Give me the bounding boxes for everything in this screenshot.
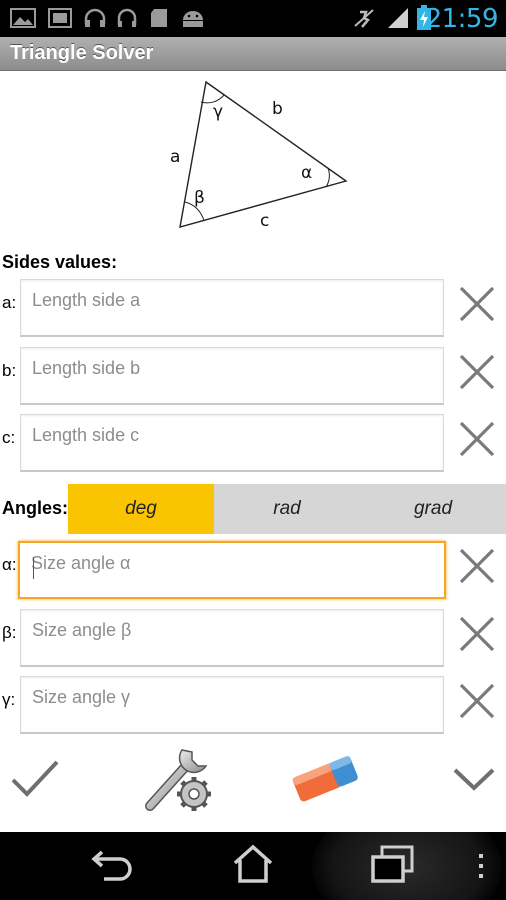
side-b-label: b (272, 99, 283, 119)
recent-apps-icon[interactable] (370, 844, 416, 884)
angles-heading: Angles: (2, 498, 69, 518)
angle-gamma-row-label: γ: (2, 690, 16, 709)
angle-alpha-field-box (18, 541, 446, 599)
unit-tab-grad[interactable]: grad (360, 484, 506, 534)
angle-beta-row-label: β: (2, 623, 17, 642)
angle-beta-label: β (194, 188, 205, 208)
headset-icon (117, 8, 137, 27)
mute-icon (354, 9, 374, 28)
side-c-field-box (20, 414, 444, 472)
screenshot-icon (48, 8, 72, 28)
side-a-row-label: a: (2, 293, 17, 312)
sides-heading: Sides values: (2, 252, 118, 272)
app-title: Triangle Solver (10, 42, 154, 64)
overflow-menu-icon[interactable] (476, 852, 486, 882)
home-icon[interactable] (232, 844, 274, 884)
gallery-icon (10, 8, 36, 28)
unit-tab-rad[interactable]: rad (214, 484, 360, 534)
chevron-down-icon[interactable] (452, 766, 496, 792)
side-b-input[interactable] (21, 348, 443, 403)
settings-wrench-icon[interactable] (142, 744, 216, 814)
text-cursor (33, 557, 34, 579)
angle-gamma-label: γ (213, 102, 223, 122)
angle-alpha-label: α (301, 163, 312, 183)
eraser-icon[interactable] (288, 750, 362, 806)
triangle-shape (179, 80, 348, 228)
signal-icon (388, 8, 408, 28)
back-icon[interactable] (90, 846, 136, 884)
side-b-row-label: b: (2, 361, 17, 380)
navigation-bar (0, 832, 506, 900)
triangle-diagram: γ b a α β c (170, 80, 348, 231)
sd-card-icon (151, 9, 167, 27)
headphones-icon (84, 8, 106, 27)
angle-unit-selector: deg rad grad (68, 484, 506, 534)
clear-side-c-button[interactable] (458, 420, 496, 458)
android-icon (183, 11, 203, 27)
clear-side-a-button[interactable] (458, 285, 496, 323)
status-bar: 21:59 (0, 0, 506, 37)
clock: 21:59 (425, 4, 499, 34)
angle-alpha-row-label: α: (2, 555, 17, 574)
side-b-field-box (20, 347, 444, 405)
clear-angle-gamma-button[interactable] (458, 682, 496, 720)
side-c-label: c (260, 211, 269, 231)
angle-beta-field-box (20, 609, 444, 667)
side-a-input[interactable] (21, 280, 443, 335)
side-a-field-box (20, 279, 444, 337)
check-icon[interactable] (10, 758, 60, 798)
angle-alpha-input[interactable] (20, 543, 444, 597)
side-a-label: a (170, 147, 180, 167)
clear-side-b-button[interactable] (458, 353, 496, 391)
angle-beta-input[interactable] (21, 610, 443, 665)
angle-gamma-input[interactable] (21, 677, 443, 732)
side-c-row-label: c: (2, 428, 16, 447)
side-c-input[interactable] (21, 415, 443, 470)
unit-tab-deg[interactable]: deg (68, 484, 214, 534)
clear-angle-beta-button[interactable] (458, 615, 496, 653)
title-bar: Triangle Solver (0, 37, 506, 71)
clear-angle-alpha-button[interactable] (458, 547, 496, 585)
angle-gamma-field-box (20, 676, 444, 734)
alpha-arc (325, 167, 330, 188)
